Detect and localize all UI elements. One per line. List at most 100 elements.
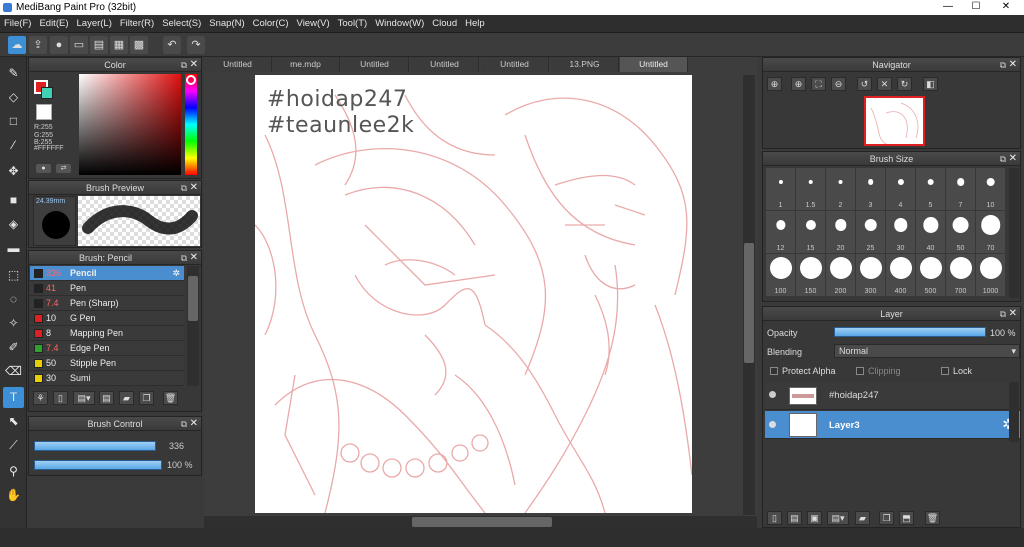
- saturation-value-picker[interactable]: [79, 74, 181, 175]
- brush-size-cell[interactable]: 70: [976, 211, 1005, 253]
- detach-icon[interactable]: ⧉: [181, 251, 187, 265]
- rotate-left-icon[interactable]: ↺: [857, 77, 872, 91]
- maximize-button[interactable]: ☐: [962, 0, 990, 15]
- dot-pen-tool-icon[interactable]: ⁄: [3, 135, 24, 156]
- brush-size-cell[interactable]: 40: [916, 211, 945, 253]
- brush-item-sumi[interactable]: 30 Sumi: [30, 371, 184, 386]
- close-icon[interactable]: ✕: [190, 181, 198, 195]
- tab-untitled-4[interactable]: Untitled: [481, 57, 549, 72]
- brush-size-cell[interactable]: 150: [796, 254, 825, 296]
- bucket-tool-icon[interactable]: ◈: [3, 214, 24, 235]
- visibility-icon[interactable]: [769, 391, 776, 398]
- brush-opacity-slider[interactable]: [34, 460, 162, 470]
- navigator-thumbnail[interactable]: [864, 96, 925, 146]
- magic-wand-tool-icon[interactable]: ✧: [3, 313, 24, 334]
- tab-13-png[interactable]: 13.PNG: [551, 57, 619, 72]
- select-tool-icon[interactable]: ⬚: [3, 265, 24, 286]
- brush-size-cell[interactable]: 100: [766, 254, 795, 296]
- minimize-button[interactable]: —: [934, 0, 962, 15]
- menu-file[interactable]: File(F): [0, 15, 35, 33]
- brush-size-cell[interactable]: 12: [766, 211, 795, 253]
- close-icon[interactable]: ✕: [1009, 307, 1017, 321]
- palette-icon[interactable]: ●: [36, 164, 51, 173]
- scroll-thumb[interactable]: [188, 276, 198, 321]
- layer-options-icon[interactable]: ▤▾: [827, 511, 849, 525]
- flip-icon[interactable]: ◧: [923, 77, 938, 91]
- menu-layer[interactable]: Layer(L): [73, 15, 116, 33]
- menu-color[interactable]: Color(C): [249, 15, 293, 33]
- brush-size-cell[interactable]: 4: [886, 168, 915, 210]
- accent-color-swatch[interactable]: [41, 87, 53, 99]
- folder-icon[interactable]: ▰: [855, 511, 870, 525]
- brush-size-cell[interactable]: 1000: [976, 254, 1005, 296]
- layer-scrollbar[interactable]: [1009, 382, 1019, 442]
- lasso-tool-icon[interactable]: ◌: [3, 289, 24, 310]
- brush-size-cell[interactable]: 5: [916, 168, 945, 210]
- brush-item-stipple-pen[interactable]: 50 Stipple Pen: [30, 356, 184, 371]
- duplicate-layer-icon[interactable]: ▣: [807, 511, 822, 525]
- close-icon[interactable]: ✕: [190, 251, 198, 265]
- new-brush-icon[interactable]: ▯: [53, 391, 68, 405]
- hue-slider[interactable]: [185, 74, 197, 175]
- lock-checkbox[interactable]: [941, 367, 949, 375]
- zoom-in-icon[interactable]: ⊕: [767, 77, 782, 91]
- copy-icon[interactable]: ❐: [139, 391, 154, 405]
- protect-alpha-checkbox[interactable]: [770, 367, 778, 375]
- hand-tool-icon[interactable]: ✋: [3, 485, 24, 506]
- brush-tool-icon[interactable]: ✎: [3, 63, 24, 84]
- share-icon[interactable]: ⇪: [29, 36, 47, 54]
- redo-icon[interactable]: ↷: [187, 36, 205, 54]
- zoom-in-alt-icon[interactable]: ⊕: [791, 77, 806, 91]
- move-tool-icon[interactable]: ✥: [3, 161, 24, 182]
- reset-rotation-icon[interactable]: ✕: [877, 77, 892, 91]
- menu-filter[interactable]: Filter(R): [116, 15, 158, 33]
- background-color-swatch[interactable]: [36, 104, 52, 120]
- swap-icon[interactable]: ⇄: [56, 164, 71, 173]
- blending-dropdown[interactable]: Normal ▾: [834, 344, 1020, 358]
- message-icon[interactable]: ▭: [70, 36, 88, 54]
- text-tool-icon[interactable]: T: [3, 387, 24, 408]
- rectangle-tool-icon[interactable]: □: [3, 111, 24, 132]
- tab-untitled-2[interactable]: Untitled: [341, 57, 409, 72]
- new-layer-icon[interactable]: ▯: [767, 511, 782, 525]
- document-icon[interactable]: ▤: [90, 36, 108, 54]
- brush-size-slider[interactable]: [34, 441, 156, 451]
- close-icon[interactable]: ✕: [190, 417, 198, 431]
- brush-size-cell[interactable]: 1: [766, 168, 795, 210]
- clipping-checkbox[interactable]: [856, 367, 864, 375]
- detach-icon[interactable]: ⧉: [181, 417, 187, 431]
- zoom-out-icon[interactable]: ⊖: [831, 77, 846, 91]
- brush-size-cell[interactable]: 300: [856, 254, 885, 296]
- tab-untitled-active[interactable]: Untitled: [620, 57, 688, 72]
- close-button[interactable]: ✕: [992, 0, 1020, 15]
- brush-size-cell[interactable]: 7: [946, 168, 975, 210]
- detach-icon[interactable]: ⧉: [181, 181, 187, 195]
- select-pen-tool-icon[interactable]: ✐: [3, 337, 24, 358]
- brush-list-scrollbar[interactable]: [187, 266, 199, 386]
- menu-snap[interactable]: Snap(N): [205, 15, 248, 33]
- menu-view[interactable]: View(V): [293, 15, 334, 33]
- brush-item-g-pen[interactable]: 10 G Pen: [30, 311, 184, 326]
- brush-doc-icon[interactable]: ▤: [99, 391, 114, 405]
- rotate-right-icon[interactable]: ↻: [897, 77, 912, 91]
- merge-icon[interactable]: ⬒: [899, 511, 914, 525]
- menu-edit[interactable]: Edit(E): [35, 15, 72, 33]
- brush-size-cell[interactable]: 700: [946, 254, 975, 296]
- brush-item-mapping-pen[interactable]: 8 Mapping Pen: [30, 326, 184, 341]
- menu-select[interactable]: Select(S): [158, 15, 205, 33]
- menu-cloud[interactable]: Cloud: [428, 15, 461, 33]
- menu-window[interactable]: Window(W): [371, 15, 428, 33]
- brush-size-cell[interactable]: 25: [856, 211, 885, 253]
- gradient-tool-icon[interactable]: ▬: [3, 238, 24, 259]
- brush-size-cell[interactable]: 500: [916, 254, 945, 296]
- page-list-icon[interactable]: ▦: [110, 36, 128, 54]
- grid-icon[interactable]: ▩: [130, 36, 148, 54]
- fill-rect-tool-icon[interactable]: ■: [3, 190, 24, 211]
- layer-row-hoidap247[interactable]: #hoidap247: [765, 382, 1020, 410]
- brush-item-pencil[interactable]: 336 Pencil ✲: [30, 266, 184, 281]
- vertical-scrollbar[interactable]: [743, 75, 755, 515]
- tab-untitled-3[interactable]: Untitled: [411, 57, 479, 72]
- close-icon[interactable]: ✕: [1009, 152, 1017, 166]
- brush-item-pen[interactable]: 41 Pen: [30, 281, 184, 296]
- menu-help[interactable]: Help: [461, 15, 489, 33]
